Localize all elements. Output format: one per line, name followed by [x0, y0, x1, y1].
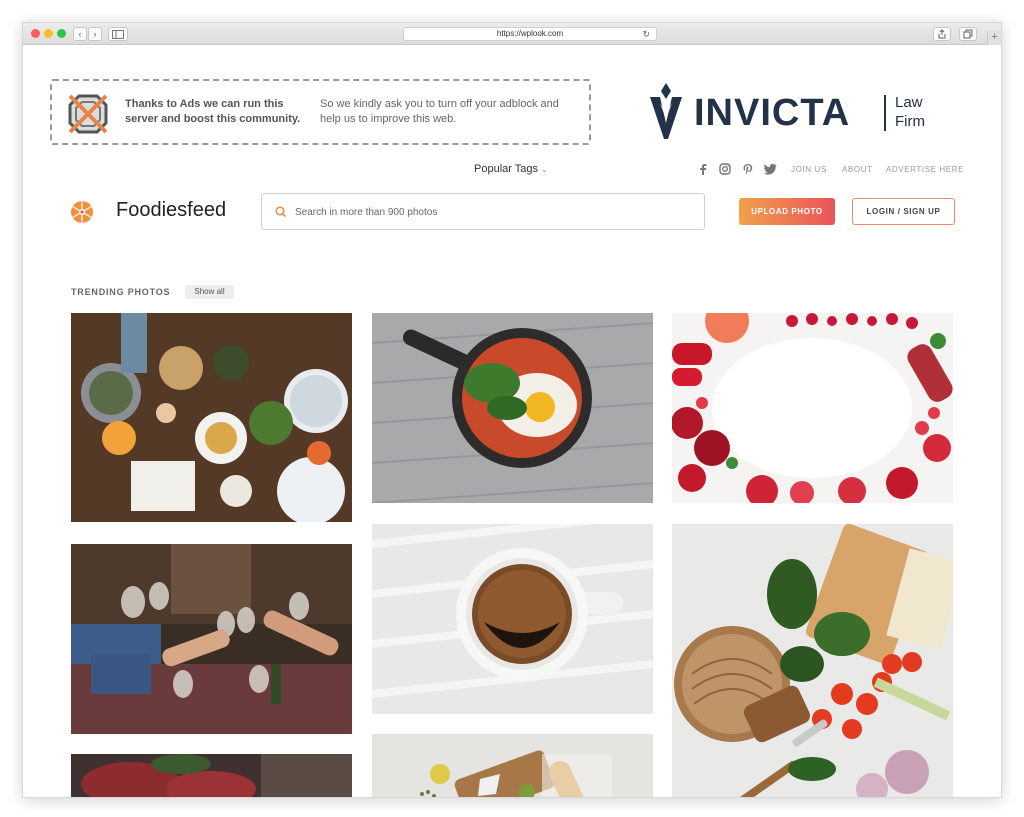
tabs-icon [963, 29, 973, 39]
skillet-egg-photo[interactable] [372, 313, 653, 503]
search-box[interactable] [261, 193, 705, 230]
minimize-window-button[interactable] [44, 29, 53, 38]
nav-about[interactable]: ABOUT [842, 165, 873, 174]
wine-toast-image [71, 544, 352, 734]
skillet-egg-image [372, 313, 653, 503]
address-bar[interactable]: https://wplook.com ↻ [403, 27, 657, 41]
facebook-icon[interactable] [698, 163, 708, 175]
cheese-board-image [372, 734, 653, 797]
new-tab-button[interactable]: + [987, 31, 1001, 45]
dinner-table-image [71, 313, 352, 522]
close-window-button[interactable] [31, 29, 40, 38]
twitter-icon[interactable] [764, 163, 777, 175]
share-icon [938, 29, 946, 39]
instagram-icon[interactable] [719, 163, 731, 175]
raw-meat-image [71, 754, 352, 797]
trending-photos-heading: TRENDING PHOTOS [71, 287, 171, 297]
tabs-button[interactable] [959, 27, 977, 41]
browser-window: ‹ › https://wplook.com ↻ + Thanks to Ads… [22, 22, 1002, 798]
ad-request-text: So we kindly ask you to turn off your ad… [320, 98, 559, 125]
popular-tags-label: Popular Tags [474, 163, 539, 175]
search-icon [275, 206, 287, 218]
adblock-icon [68, 94, 108, 134]
sponsor-divider [884, 95, 886, 131]
vegetable-frame-photo[interactable] [672, 313, 953, 503]
sponsor-subtitle-line1: Law [895, 94, 923, 111]
vegetable-frame-image [672, 313, 953, 503]
sidebar-toggle-button[interactable] [108, 27, 128, 41]
page-content: Thanks to Ads we can run this server and… [23, 45, 1001, 797]
search-input[interactable] [295, 203, 685, 221]
share-button[interactable] [933, 27, 951, 41]
url-text: https://wplook.com [496, 29, 564, 38]
brand-name[interactable]: Foodiesfeed [116, 199, 226, 222]
bread-vegetables-image [672, 524, 953, 797]
zoom-window-button[interactable] [57, 29, 66, 38]
back-button[interactable]: ‹ [73, 27, 87, 41]
sponsor-subtitle: Law Firm [895, 93, 925, 131]
nav-advertise-here[interactable]: ADVERTISE HERE [886, 165, 964, 174]
upload-photo-button[interactable]: UPLOAD PHOTO [739, 198, 835, 225]
show-all-button[interactable]: Show all [185, 285, 234, 299]
bread-vegetables-photo[interactable] [672, 524, 953, 797]
coffee-cup-photo[interactable] [372, 524, 653, 714]
chevron-right-icon: › [93, 29, 97, 39]
popular-tags-dropdown[interactable]: Popular Tags ⌄ [474, 163, 548, 175]
forward-button[interactable]: › [88, 27, 102, 41]
coffee-cup-image [372, 524, 653, 714]
reload-icon[interactable]: ↻ [642, 28, 650, 40]
sponsor-banner[interactable]: INVICTA Law Firm [648, 83, 968, 145]
chevron-down-icon: ⌄ [541, 165, 548, 174]
chevron-left-icon: ‹ [78, 29, 82, 39]
sidebar-icon [112, 30, 124, 39]
cheese-board-photo[interactable] [372, 734, 653, 797]
pinterest-icon[interactable] [742, 163, 754, 175]
invicta-logo-icon [650, 83, 682, 139]
foodiesfeed-logo-icon[interactable] [71, 201, 93, 223]
ad-notice-text: Thanks to Ads we can run this server and… [125, 98, 301, 125]
sponsor-subtitle-line2: Firm [895, 113, 925, 130]
raw-meat-photo[interactable] [71, 754, 352, 797]
dinner-table-photo[interactable] [71, 313, 352, 522]
browser-titlebar: ‹ › https://wplook.com ↻ + [23, 23, 1001, 45]
login-signup-button[interactable]: LOGIN / SIGN UP [852, 198, 955, 225]
sponsor-name: INVICTA [694, 92, 851, 134]
ad-notice-box: Thanks to Ads we can run this server and… [50, 79, 591, 145]
wine-toast-photo[interactable] [71, 544, 352, 734]
nav-join-us[interactable]: JOIN US [791, 165, 827, 174]
